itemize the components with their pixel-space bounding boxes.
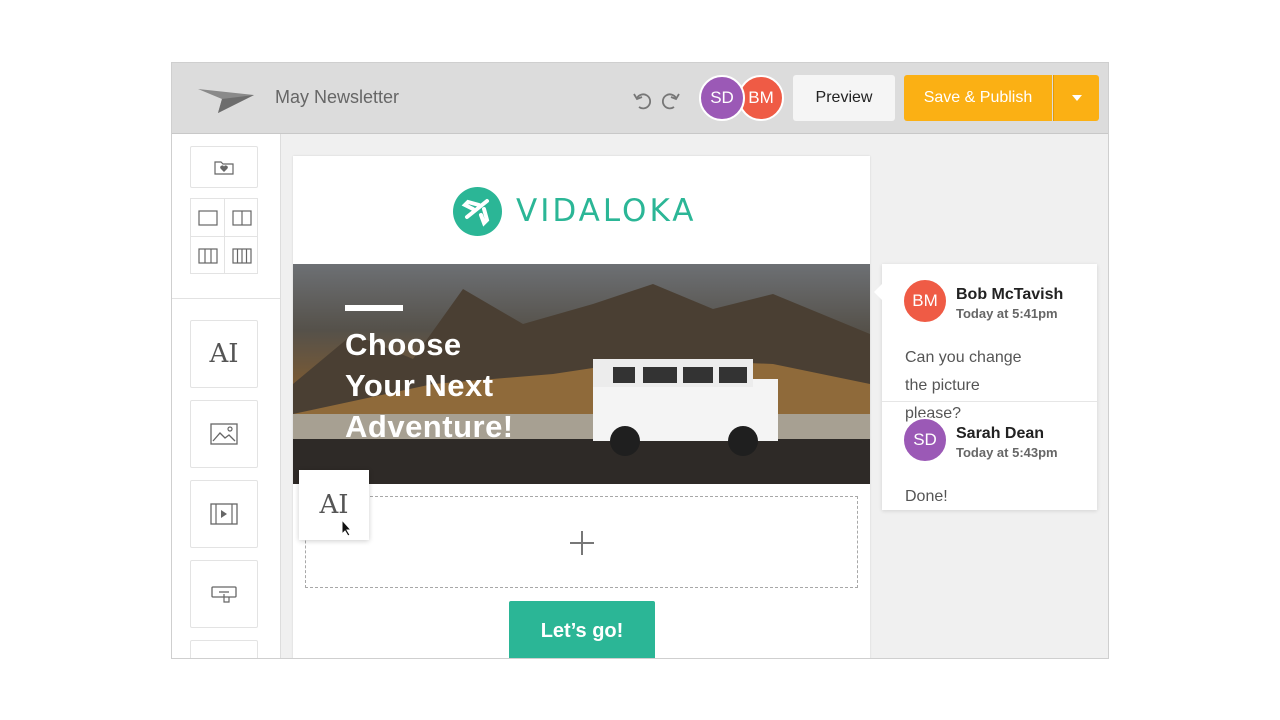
hero-line: Choose [345, 327, 462, 362]
sidebar-divider [172, 298, 280, 299]
mouse-pointer-icon [341, 519, 353, 537]
email-canvas: VIDALOKA Choose Your Next Adventure! AI … [293, 156, 870, 658]
hero-line: Adventure! [345, 409, 514, 444]
more-blocks-tool[interactable] [190, 640, 258, 658]
comment-text: Can you change the picture please? [905, 344, 1035, 428]
comment-text: Done! [905, 483, 1035, 511]
text-block-icon: AI [209, 339, 239, 369]
text-block-icon: AI [319, 490, 349, 520]
comment-line: Done! [905, 488, 948, 505]
comment-time: Today at 5:43pm [956, 445, 1058, 460]
airplane-logo-icon [453, 186, 502, 236]
image-block-tool[interactable] [190, 400, 258, 468]
comment-line: Can you change [905, 349, 1022, 366]
video-block-icon [210, 503, 238, 525]
hero-line: Your Next [345, 368, 494, 403]
comment-avatar: BM [902, 278, 948, 324]
undo-icon[interactable] [631, 90, 653, 112]
hero-image[interactable]: Choose Your Next Adventure! [293, 264, 870, 484]
three-column-layout-icon[interactable] [198, 248, 218, 264]
folder-heart-icon [214, 161, 234, 175]
hero-headline: Choose Your Next Adventure! [345, 324, 565, 447]
preview-button[interactable]: Preview [793, 75, 895, 121]
cta-button[interactable]: Let’s go! [509, 601, 655, 658]
saved-blocks-button[interactable] [190, 146, 258, 188]
comment-avatar: SD [902, 417, 948, 463]
comments-panel: BM Bob McTavish Today at 5:41pm Can you … [874, 264, 1097, 511]
text-block-tool[interactable]: AI [190, 320, 258, 388]
button-block-tool[interactable] [190, 560, 258, 628]
block-sidebar: AI [172, 134, 281, 658]
one-column-layout-icon[interactable] [198, 210, 218, 226]
two-column-layout-icon[interactable] [232, 210, 252, 226]
hero-accent-bar [345, 305, 403, 311]
comment-time: Today at 5:41pm [956, 306, 1058, 321]
paper-plane-logo-icon [198, 89, 254, 113]
brand-name: VIDALOKA [516, 193, 697, 229]
comment-author: Bob McTavish [956, 286, 1064, 303]
comment-divider [882, 401, 1097, 402]
video-block-tool[interactable] [190, 480, 258, 548]
brand-header: VIDALOKA [453, 186, 696, 236]
collaborator-avatar-sd[interactable]: SD [699, 75, 745, 121]
publish-options-dropdown-button[interactable] [1053, 75, 1099, 121]
four-column-layout-icon[interactable] [232, 248, 252, 264]
plus-icon [570, 531, 594, 555]
save-publish-button[interactable]: Save & Publish [904, 75, 1052, 121]
button-block-icon [211, 586, 237, 603]
document-title: May Newsletter [275, 87, 400, 107]
top-toolbar: May Newsletter SD BM Preview Save & Publ… [172, 63, 1108, 134]
comment-author: Sarah Dean [956, 425, 1045, 442]
image-block-icon [210, 423, 238, 445]
redo-icon[interactable] [660, 90, 682, 112]
layout-grid [190, 198, 258, 274]
block-drop-zone[interactable] [305, 496, 858, 588]
dragging-text-block[interactable]: AI [299, 470, 369, 540]
